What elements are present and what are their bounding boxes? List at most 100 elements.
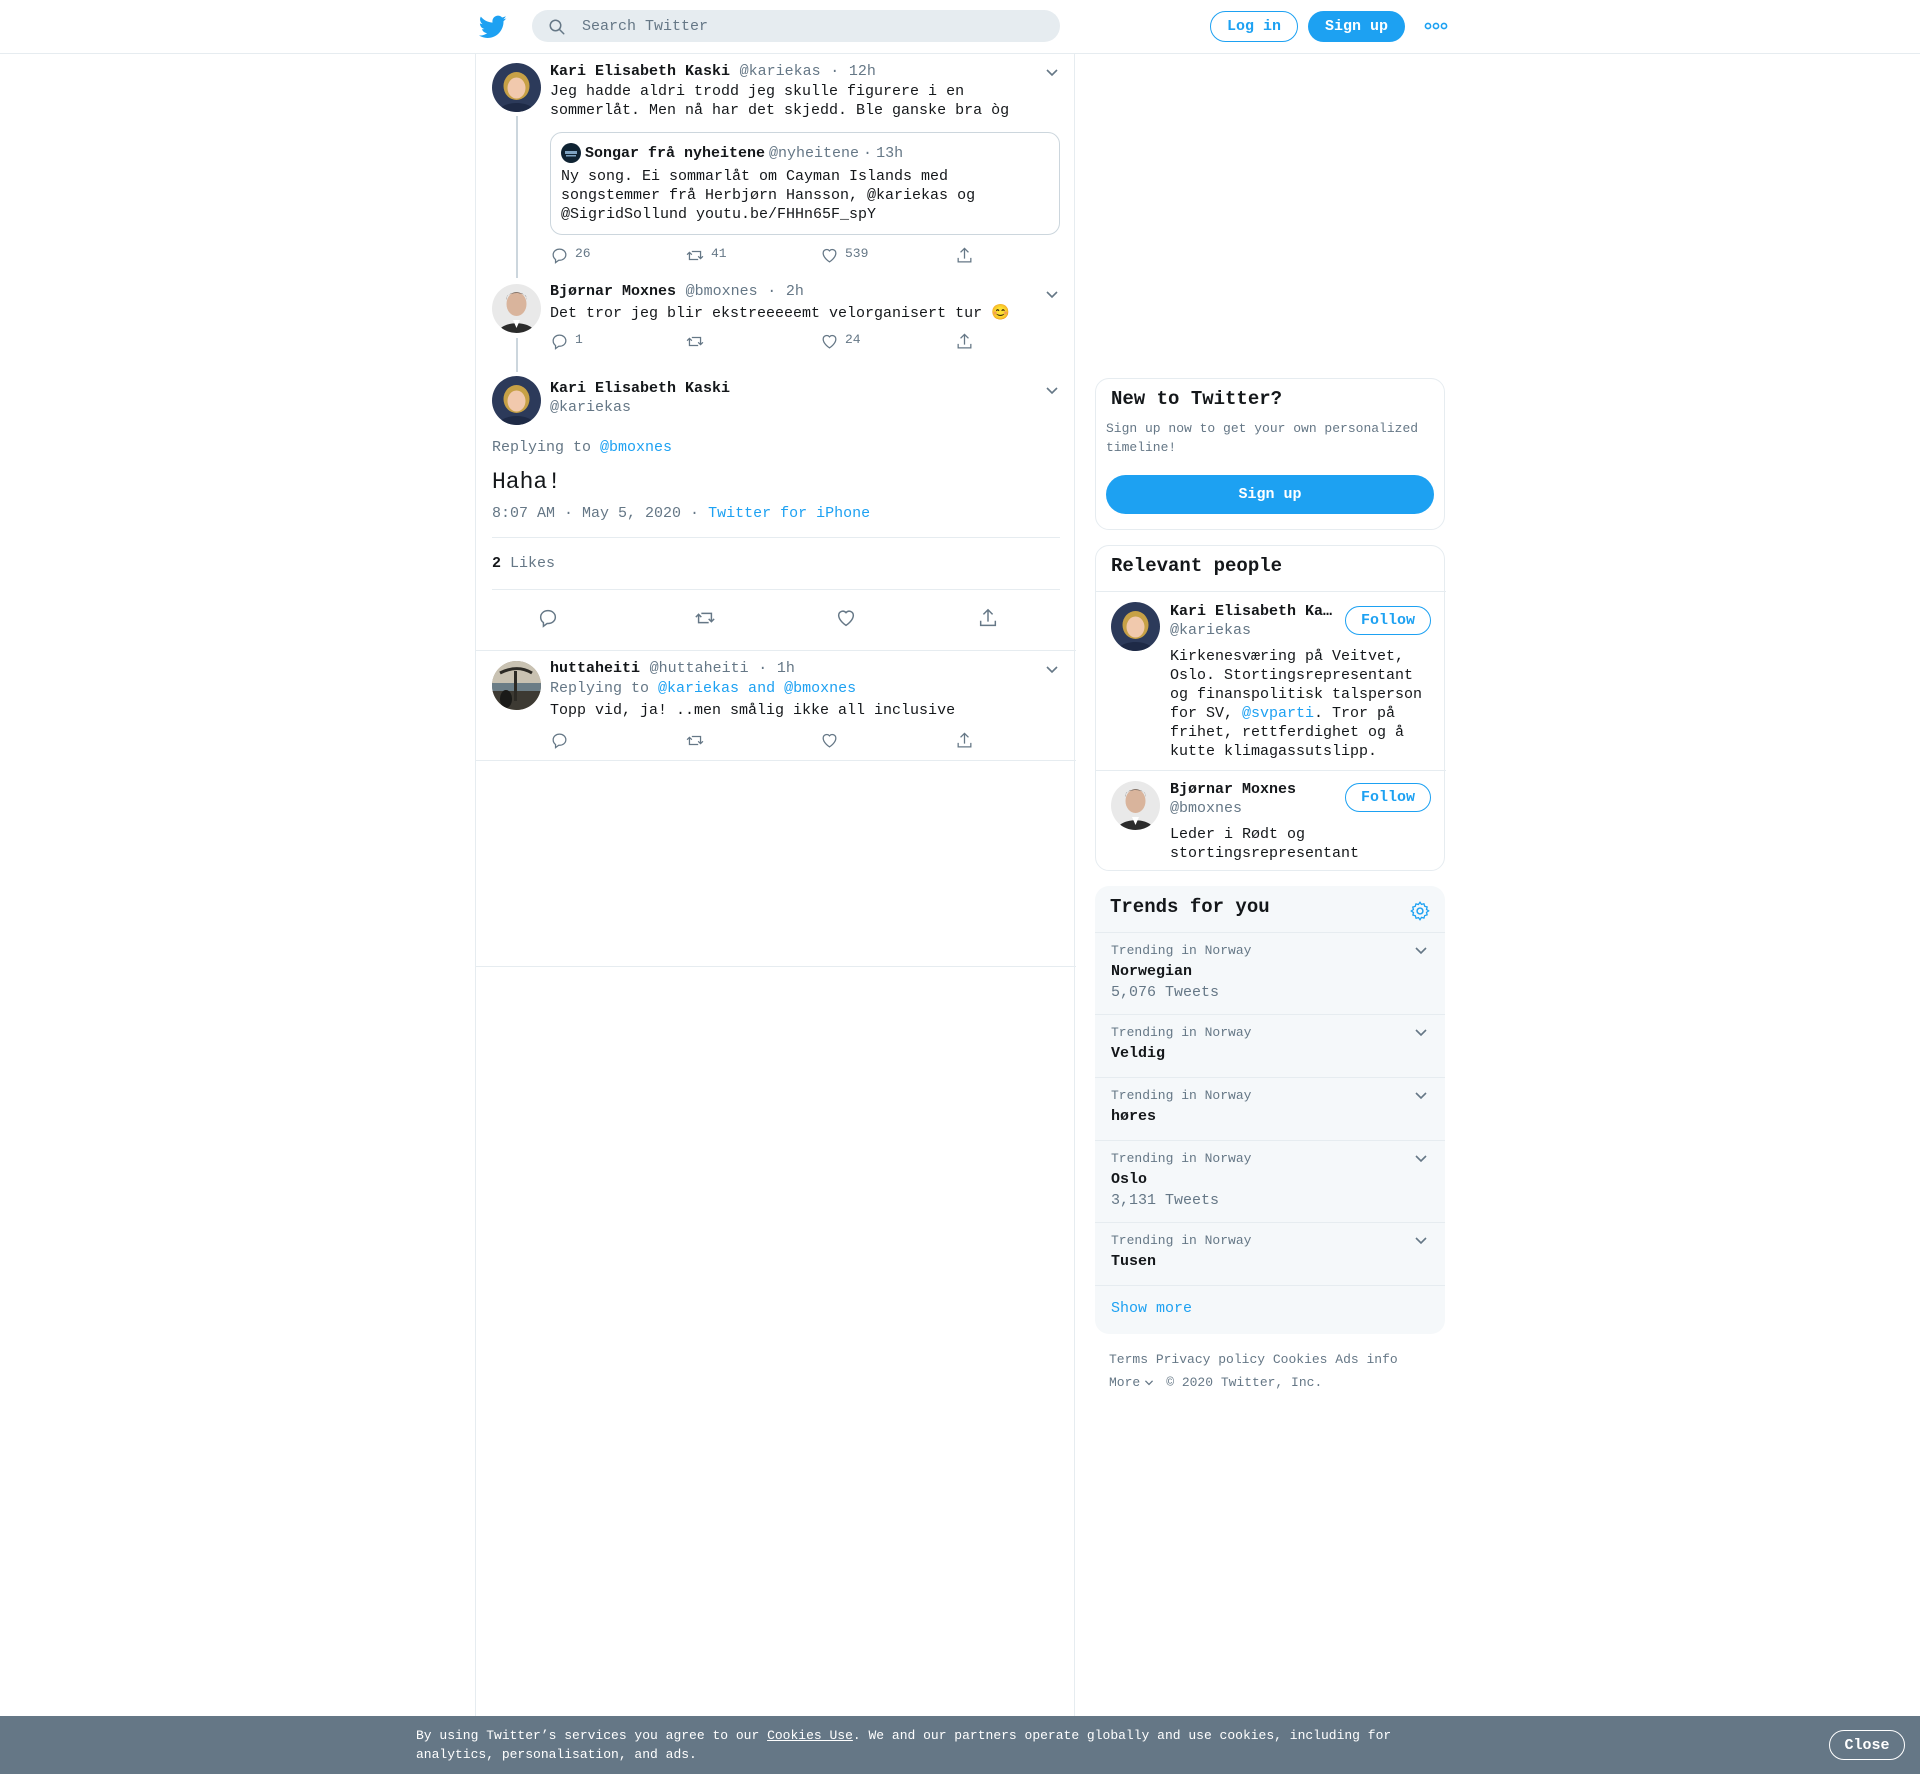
person-bio-text: . Tror på [1314,705,1396,722]
signup-sidebar-button[interactable]: Sign up [1106,475,1434,514]
quoted-tweet[interactable]: Songar frå nyheitene @nyheitene · 13h Ny… [550,132,1060,235]
heart-icon[interactable] [820,731,839,750]
footer-more-link[interactable]: More [1109,1375,1140,1390]
trend-name: Tusen [1111,1253,1157,1270]
person-item-kariekas[interactable]: Kari Elisabeth Ka… @kariekas Follow Kirk… [1096,592,1446,770]
avatar[interactable] [1111,602,1160,651]
tweet-actions: 1 24 [550,332,1050,354]
trend-item[interactable]: Trending in Norway Norwegian 5,076 Tweet… [1095,932,1445,1014]
share-button[interactable] [955,246,974,265]
chevron-down-icon[interactable] [1144,1379,1154,1387]
author-name[interactable]: huttaheiti [550,660,640,677]
trend-item[interactable]: Trending in Norway Veldig [1095,1014,1445,1077]
cookie-text: . We and our partners operate globally a… [852,1728,1392,1743]
trend-meta: Trending in Norway [1111,943,1252,958]
heart-icon[interactable] [835,607,857,629]
show-more-link[interactable]: Show more [1111,1300,1192,1317]
author-handle[interactable]: @kariekas [740,63,821,80]
gear-icon[interactable] [1409,900,1431,922]
avatar[interactable] [492,661,541,710]
follow-button[interactable]: Follow [1345,606,1431,635]
person-bio-line: stortingsrepresentant [1170,845,1360,862]
person-handle[interactable]: @bmoxnes [1170,800,1242,817]
login-button[interactable]: Log in [1210,11,1298,42]
avatar[interactable] [492,63,541,112]
person-name[interactable]: Bjørnar Moxnes [1170,781,1296,798]
trends-card: Trends for you Trending in Norway Norweg… [1095,886,1445,1334]
search-input[interactable] [582,10,1042,42]
tweet-kariekas-1[interactable]: Kari Elisabeth Kaski @kariekas · 12h Jeg… [476,54,1076,278]
dot-separator: · [830,63,840,80]
author-name[interactable]: Kari Elisabeth Kaski [550,63,730,80]
person-name[interactable]: Kari Elisabeth Ka… [1170,603,1332,620]
share-button[interactable] [955,332,974,351]
reply-icon[interactable] [537,607,559,629]
author-handle[interactable]: @bmoxnes [686,283,758,300]
chevron-down-icon[interactable] [1414,1236,1428,1246]
follow-button[interactable]: Follow [1345,783,1431,812]
share-icon[interactable] [955,731,974,750]
quoted-text-line: songstemmer frå Herbjørn Hansson, @karie… [561,187,976,204]
like-button[interactable]: 24 [820,332,861,351]
chevron-down-icon[interactable] [1045,68,1059,78]
like-button[interactable]: 539 [820,246,868,265]
person-handle[interactable]: @kariekas [1170,622,1251,639]
close-cookie-button[interactable]: Close [1829,1730,1905,1760]
chevron-down-icon[interactable] [1414,946,1428,956]
tweet-time[interactable]: 12h [849,63,876,80]
footer-cookies-link[interactable]: Cookies [1273,1352,1328,1367]
trend-item[interactable]: Trending in Norway Oslo 3,131 Tweets [1095,1140,1445,1222]
thread-connector [516,338,518,372]
author-handle[interactable]: @huttaheiti [650,660,749,677]
author-name[interactable]: Kari Elisabeth Kaski [550,380,730,397]
person-item-bmoxnes[interactable]: Bjørnar Moxnes @bmoxnes Follow Leder i R… [1096,771,1446,871]
likes-stat[interactable]: 2 Likes [492,555,555,572]
tweet-time[interactable]: 1h [777,660,795,677]
reply-button[interactable]: 26 [550,246,591,265]
retweet-icon[interactable] [693,607,717,629]
replying-to-link[interactable]: @kariekas and @bmoxnes [658,680,856,697]
avatar[interactable] [492,284,541,333]
reply-icon[interactable] [550,731,569,750]
chevron-down-icon[interactable] [1045,665,1059,675]
reply-tweet-huttaheiti[interactable]: huttaheiti @huttaheiti · 1h Replying to … [476,650,1076,761]
signup-header-button[interactable]: Sign up [1308,11,1405,42]
person-bio-line: Kirkenesværing på Veitvet, [1170,648,1405,665]
bio-mention-link[interactable]: @svparti [1242,705,1314,722]
twitter-bird-logo-icon[interactable] [479,13,507,41]
divider [492,537,1060,538]
footer-privacy-link[interactable]: Privacy policy [1156,1352,1265,1367]
more-options-icon[interactable] [1424,19,1448,33]
author-name[interactable]: Bjørnar Moxnes [550,283,676,300]
tweet-source-link[interactable]: Twitter for iPhone [708,505,870,522]
retweet-button[interactable]: 41 [685,246,727,265]
trend-item[interactable]: Trending in Norway høres [1095,1077,1445,1140]
footer-ads-link[interactable]: Ads info [1335,1352,1397,1367]
top-navigation-bar: Log in Sign up [0,0,1920,54]
replying-to-link[interactable]: @bmoxnes [600,439,672,456]
chevron-down-icon[interactable] [1045,290,1059,300]
chevron-down-icon[interactable] [1414,1154,1428,1164]
tweet-time[interactable]: 2h [786,283,804,300]
retweet-icon[interactable] [685,731,705,750]
trend-item[interactable]: Trending in Norway Tusen [1095,1222,1445,1285]
author-handle[interactable]: @kariekas [550,399,631,416]
tweet-timestamp[interactable]: 8:07 AM · May 5, 2020 [492,505,681,522]
retweet-button[interactable] [685,332,705,351]
reply-button[interactable]: 1 [550,332,583,351]
reply-count: 26 [575,246,591,261]
chevron-down-icon[interactable] [1045,386,1059,396]
search-box[interactable] [532,10,1060,42]
share-icon[interactable] [977,607,999,629]
chevron-down-icon[interactable] [1414,1091,1428,1101]
chevron-down-icon[interactable] [1414,1028,1428,1038]
relevant-people-card: Relevant people Kari Elisabeth Ka… @kari… [1095,545,1446,871]
avatar[interactable] [1111,781,1160,830]
avatar[interactable] [492,376,541,425]
footer-row-2: More © 2020 Twitter, Inc. [1109,1375,1322,1390]
likes-count: 2 [492,555,502,572]
tweet-bmoxnes[interactable]: Bjørnar Moxnes @bmoxnes · 2h Det tror je… [476,276,1076,372]
cookies-use-link[interactable]: Cookies Use [767,1728,853,1743]
footer-terms-link[interactable]: Terms [1109,1352,1148,1367]
tweet-actions [476,607,1076,629]
